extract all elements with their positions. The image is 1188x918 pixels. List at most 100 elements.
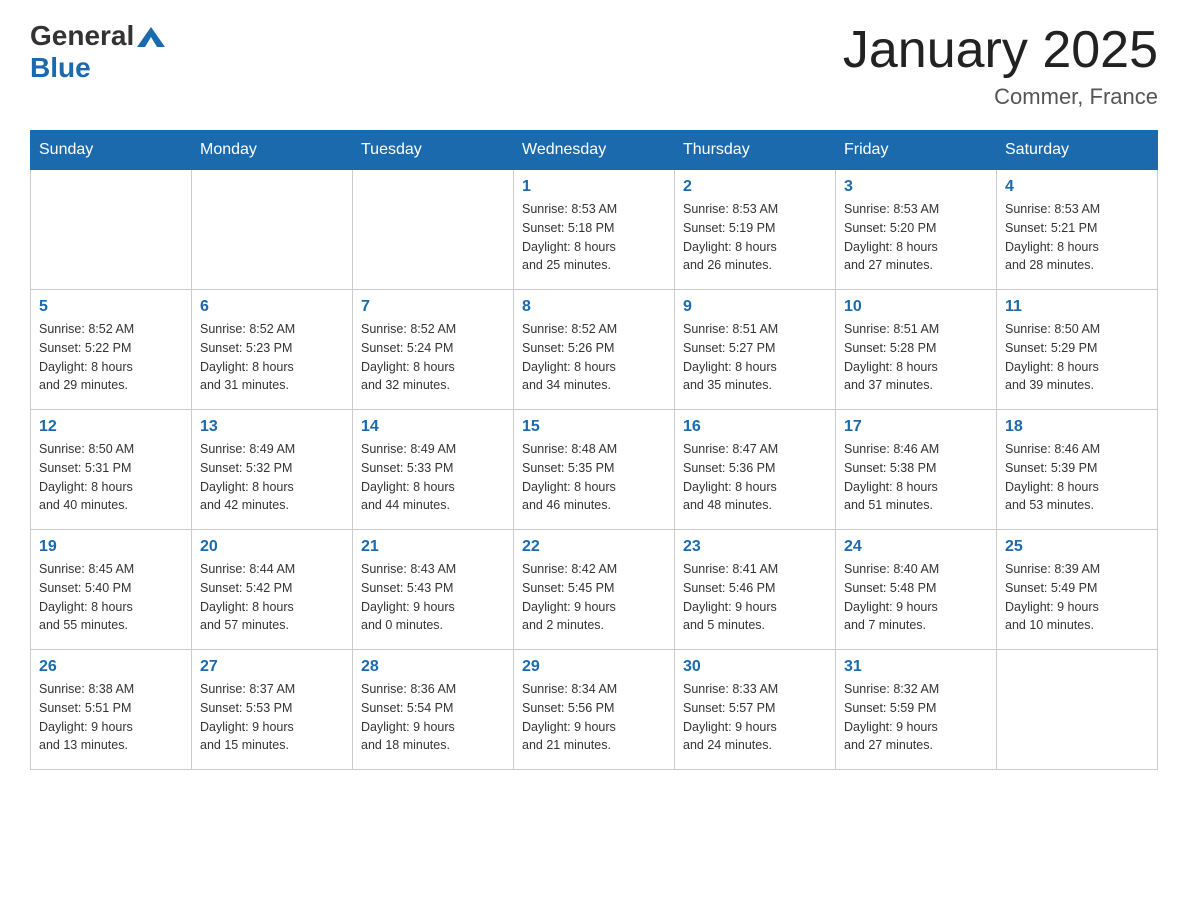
calendar-table: SundayMondayTuesdayWednesdayThursdayFrid…: [30, 130, 1158, 770]
day-cell: 3 Sunrise: 8:53 AM Sunset: 5:20 PM Daylig…: [836, 170, 997, 290]
day-number: 28: [361, 658, 505, 676]
day-cell: 6 Sunrise: 8:52 AM Sunset: 5:23 PM Daylig…: [192, 290, 353, 410]
calendar-title: January 2025: [843, 20, 1158, 80]
day-info: Sunrise: 8:50 AM Sunset: 5:29 PM Dayligh…: [1005, 320, 1149, 395]
day-info: Sunrise: 8:41 AM Sunset: 5:46 PM Dayligh…: [683, 560, 827, 635]
week-row-2: 5 Sunrise: 8:52 AM Sunset: 5:22 PM Daylig…: [31, 290, 1158, 410]
day-info: Sunrise: 8:52 AM Sunset: 5:22 PM Dayligh…: [39, 320, 183, 395]
day-info: Sunrise: 8:44 AM Sunset: 5:42 PM Dayligh…: [200, 560, 344, 635]
calendar-subtitle: Commer, France: [843, 84, 1158, 110]
day-cell: 19Sunrise: 8:45 AM Sunset: 5:40 PM Dayli…: [31, 530, 192, 650]
title-section: January 2025 Commer, France: [843, 20, 1158, 110]
logo-general: General: [30, 20, 134, 52]
day-info: Sunrise: 8:53 AM Sunset: 5:21 PM Dayligh…: [1005, 200, 1149, 275]
day-cell: 9Sunrise: 8:51 AM Sunset: 5:27 PM Daylig…: [675, 290, 836, 410]
column-header-sunday: Sunday: [31, 131, 192, 170]
day-number: 12: [39, 418, 183, 436]
day-number: 6: [200, 298, 344, 316]
day-number: 20: [200, 538, 344, 556]
day-cell: 4 Sunrise: 8:53 AM Sunset: 5:21 PM Daylig…: [997, 170, 1158, 290]
day-number: 11: [1005, 298, 1149, 316]
day-cell: 2 Sunrise: 8:53 AM Sunset: 5:19 PM Daylig…: [675, 170, 836, 290]
day-info: Sunrise: 8:50 AM Sunset: 5:31 PM Dayligh…: [39, 440, 183, 515]
column-header-friday: Friday: [836, 131, 997, 170]
day-cell: 7 Sunrise: 8:52 AM Sunset: 5:24 PM Daylig…: [353, 290, 514, 410]
day-info: Sunrise: 8:52 AM Sunset: 5:24 PM Dayligh…: [361, 320, 505, 395]
day-number: 19: [39, 538, 183, 556]
day-info: Sunrise: 8:34 AM Sunset: 5:56 PM Dayligh…: [522, 680, 666, 755]
day-number: 27: [200, 658, 344, 676]
day-info: Sunrise: 8:49 AM Sunset: 5:33 PM Dayligh…: [361, 440, 505, 515]
day-info: Sunrise: 8:53 AM Sunset: 5:19 PM Dayligh…: [683, 200, 827, 275]
column-header-wednesday: Wednesday: [514, 131, 675, 170]
day-info: Sunrise: 8:37 AM Sunset: 5:53 PM Dayligh…: [200, 680, 344, 755]
day-number: 10: [844, 298, 988, 316]
day-info: Sunrise: 8:39 AM Sunset: 5:49 PM Dayligh…: [1005, 560, 1149, 635]
column-header-monday: Monday: [192, 131, 353, 170]
day-number: 14: [361, 418, 505, 436]
week-row-5: 26Sunrise: 8:38 AM Sunset: 5:51 PM Dayli…: [31, 650, 1158, 770]
header-row: SundayMondayTuesdayWednesdayThursdayFrid…: [31, 131, 1158, 170]
day-cell: 5 Sunrise: 8:52 AM Sunset: 5:22 PM Daylig…: [31, 290, 192, 410]
day-number: 23: [683, 538, 827, 556]
day-number: 31: [844, 658, 988, 676]
day-cell: 23 Sunrise: 8:41 AM Sunset: 5:46 PM Dayli…: [675, 530, 836, 650]
day-info: Sunrise: 8:52 AM Sunset: 5:23 PM Dayligh…: [200, 320, 344, 395]
day-number: 2: [683, 178, 827, 196]
day-number: 1: [522, 178, 666, 196]
day-number: 16: [683, 418, 827, 436]
day-cell: 1Sunrise: 8:53 AM Sunset: 5:18 PM Daylig…: [514, 170, 675, 290]
day-number: 25: [1005, 538, 1149, 556]
day-number: 15: [522, 418, 666, 436]
day-info: Sunrise: 8:47 AM Sunset: 5:36 PM Dayligh…: [683, 440, 827, 515]
day-cell: 24 Sunrise: 8:40 AM Sunset: 5:48 PM Dayli…: [836, 530, 997, 650]
day-cell: 21Sunrise: 8:43 AM Sunset: 5:43 PM Dayli…: [353, 530, 514, 650]
day-cell: 20 Sunrise: 8:44 AM Sunset: 5:42 PM Dayli…: [192, 530, 353, 650]
day-cell: 30Sunrise: 8:33 AM Sunset: 5:57 PM Dayli…: [675, 650, 836, 770]
day-number: 5: [39, 298, 183, 316]
day-cell: [192, 170, 353, 290]
column-header-tuesday: Tuesday: [353, 131, 514, 170]
day-info: Sunrise: 8:52 AM Sunset: 5:26 PM Dayligh…: [522, 320, 666, 395]
day-cell: 11 Sunrise: 8:50 AM Sunset: 5:29 PM Dayli…: [997, 290, 1158, 410]
day-number: 22: [522, 538, 666, 556]
day-cell: 28 Sunrise: 8:36 AM Sunset: 5:54 PM Dayli…: [353, 650, 514, 770]
day-cell: 18Sunrise: 8:46 AM Sunset: 5:39 PM Dayli…: [997, 410, 1158, 530]
day-cell: 29Sunrise: 8:34 AM Sunset: 5:56 PM Dayli…: [514, 650, 675, 770]
week-row-1: 1Sunrise: 8:53 AM Sunset: 5:18 PM Daylig…: [31, 170, 1158, 290]
day-number: 4: [1005, 178, 1149, 196]
day-number: 3: [844, 178, 988, 196]
day-cell: 22 Sunrise: 8:42 AM Sunset: 5:45 PM Dayli…: [514, 530, 675, 650]
day-info: Sunrise: 8:46 AM Sunset: 5:39 PM Dayligh…: [1005, 440, 1149, 515]
day-number: 21: [361, 538, 505, 556]
day-cell: 12 Sunrise: 8:50 AM Sunset: 5:31 PM Dayli…: [31, 410, 192, 530]
day-number: 24: [844, 538, 988, 556]
day-number: 7: [361, 298, 505, 316]
week-row-4: 19Sunrise: 8:45 AM Sunset: 5:40 PM Dayli…: [31, 530, 1158, 650]
day-info: Sunrise: 8:36 AM Sunset: 5:54 PM Dayligh…: [361, 680, 505, 755]
day-info: Sunrise: 8:38 AM Sunset: 5:51 PM Dayligh…: [39, 680, 183, 755]
day-cell: 10 Sunrise: 8:51 AM Sunset: 5:28 PM Dayli…: [836, 290, 997, 410]
day-cell: 16 Sunrise: 8:47 AM Sunset: 5:36 PM Dayli…: [675, 410, 836, 530]
logo-triangle-icon: [137, 25, 165, 47]
day-info: Sunrise: 8:51 AM Sunset: 5:28 PM Dayligh…: [844, 320, 988, 395]
day-info: Sunrise: 8:49 AM Sunset: 5:32 PM Dayligh…: [200, 440, 344, 515]
day-info: Sunrise: 8:33 AM Sunset: 5:57 PM Dayligh…: [683, 680, 827, 755]
day-info: Sunrise: 8:40 AM Sunset: 5:48 PM Dayligh…: [844, 560, 988, 635]
day-cell: 26Sunrise: 8:38 AM Sunset: 5:51 PM Dayli…: [31, 650, 192, 770]
day-cell: 15Sunrise: 8:48 AM Sunset: 5:35 PM Dayli…: [514, 410, 675, 530]
day-number: 17: [844, 418, 988, 436]
day-info: Sunrise: 8:46 AM Sunset: 5:38 PM Dayligh…: [844, 440, 988, 515]
column-header-thursday: Thursday: [675, 131, 836, 170]
day-cell: 25 Sunrise: 8:39 AM Sunset: 5:49 PM Dayli…: [997, 530, 1158, 650]
day-info: Sunrise: 8:32 AM Sunset: 5:59 PM Dayligh…: [844, 680, 988, 755]
day-cell: [31, 170, 192, 290]
day-cell: 8Sunrise: 8:52 AM Sunset: 5:26 PM Daylig…: [514, 290, 675, 410]
page-header: General Blue January 2025 Commer, France: [30, 20, 1158, 110]
day-info: Sunrise: 8:51 AM Sunset: 5:27 PM Dayligh…: [683, 320, 827, 395]
day-info: Sunrise: 8:53 AM Sunset: 5:20 PM Dayligh…: [844, 200, 988, 275]
column-header-saturday: Saturday: [997, 131, 1158, 170]
week-row-3: 12 Sunrise: 8:50 AM Sunset: 5:31 PM Dayli…: [31, 410, 1158, 530]
day-cell: 14 Sunrise: 8:49 AM Sunset: 5:33 PM Dayli…: [353, 410, 514, 530]
day-info: Sunrise: 8:42 AM Sunset: 5:45 PM Dayligh…: [522, 560, 666, 635]
